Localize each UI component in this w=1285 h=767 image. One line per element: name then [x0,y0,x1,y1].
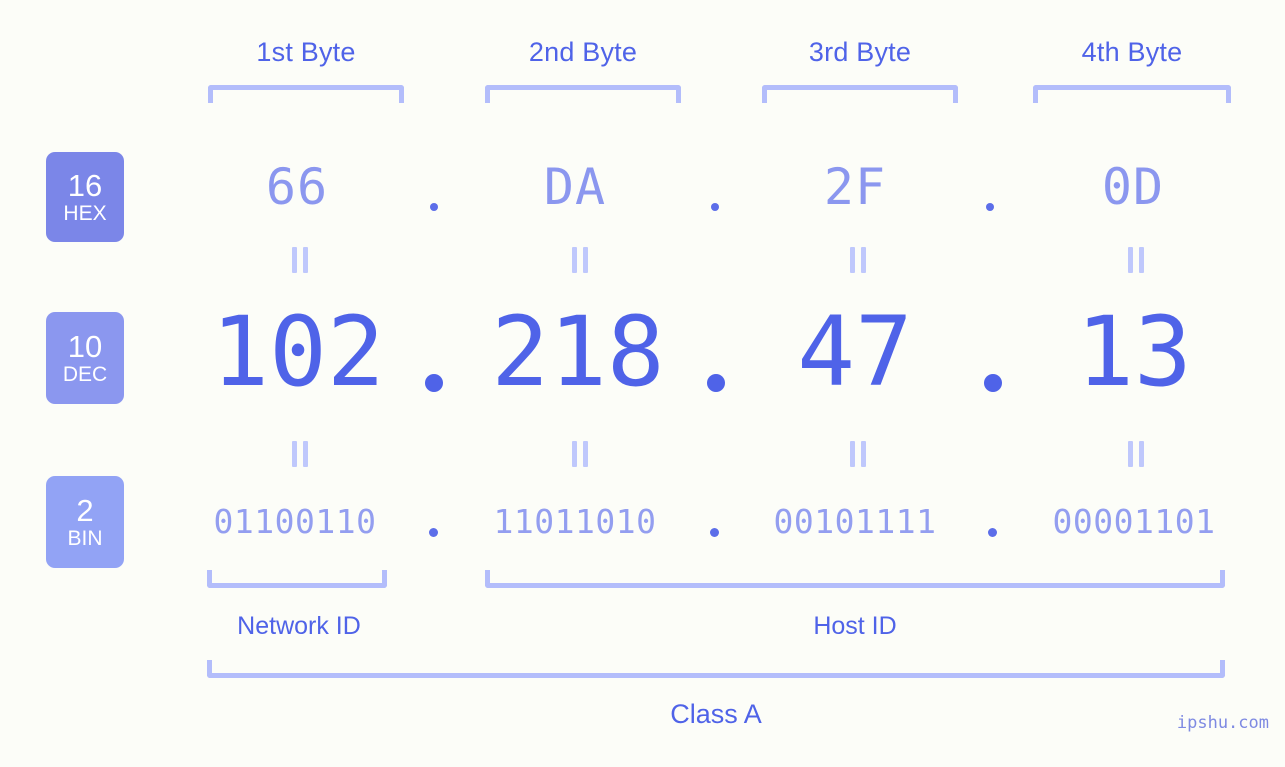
radix-badge-bin-abbr: BIN [67,526,103,550]
equals-mark-hex-dec-2 [568,247,592,273]
hex-dot-1 [430,203,438,211]
byte-bracket-2 [485,85,681,103]
dec-dot-1 [425,374,443,392]
dec-byte-4: 13 [1076,296,1192,408]
byte-bracket-3 [762,85,958,103]
hex-dot-2 [711,203,719,211]
class-label: Class A [670,699,762,729]
bin-dot-3 [988,528,997,537]
equals-mark-dec-bin-2 [568,441,592,467]
bin-dot-2 [710,528,719,537]
equals-mark-hex-dec-4 [1124,247,1148,273]
dec-dot-3 [984,374,1002,392]
dec-dot-2 [707,374,725,392]
host-id-label: Host ID [813,612,897,640]
equals-mark-hex-dec-1 [288,247,312,273]
class-bracket [207,660,1225,678]
byte-label-1: 1st Byte [256,37,356,67]
bin-byte-3: 00101111 [773,502,937,541]
watermark: ipshu.com [1176,713,1269,733]
ip-breakdown-diagram: 1st Byte 2nd Byte 3rd Byte 4th Byte 16 H… [0,0,1285,767]
radix-badge-hex: 16 HEX [46,152,124,242]
radix-badge-hex-number: 16 [67,167,103,203]
bin-byte-1: 01100110 [213,502,377,541]
dec-byte-2: 218 [491,296,665,408]
dec-byte-1: 102 [211,296,385,408]
equals-mark-dec-bin-4 [1124,441,1148,467]
dec-byte-3: 47 [797,296,913,408]
radix-badge-dec-abbr: DEC [62,362,108,386]
radix-badge-dec: 10 DEC [46,312,124,404]
radix-badge-bin-number: 2 [76,492,94,528]
byte-label-2: 2nd Byte [528,37,638,67]
byte-label-3: 3rd Byte [808,37,912,67]
radix-badge-dec-number: 10 [67,328,103,364]
byte-bracket-1 [208,85,404,103]
hex-byte-3: 2F [823,158,887,216]
equals-mark-dec-bin-3 [846,441,870,467]
equals-mark-dec-bin-1 [288,441,312,467]
network-id-label: Network ID [237,612,361,640]
network-id-bracket [207,570,387,588]
byte-label-4: 4th Byte [1081,37,1183,67]
bin-byte-4: 00001101 [1052,502,1216,541]
equals-mark-hex-dec-3 [846,247,870,273]
bin-byte-2: 11011010 [493,502,657,541]
hex-byte-2: DA [543,158,607,216]
radix-badge-hex-abbr: HEX [63,201,107,225]
host-id-bracket [485,570,1225,588]
hex-dot-3 [986,203,994,211]
bin-dot-1 [429,528,438,537]
radix-badge-bin: 2 BIN [46,476,124,568]
hex-byte-1: 66 [265,158,329,216]
hex-byte-4: 0D [1101,158,1165,216]
byte-bracket-4 [1033,85,1231,103]
